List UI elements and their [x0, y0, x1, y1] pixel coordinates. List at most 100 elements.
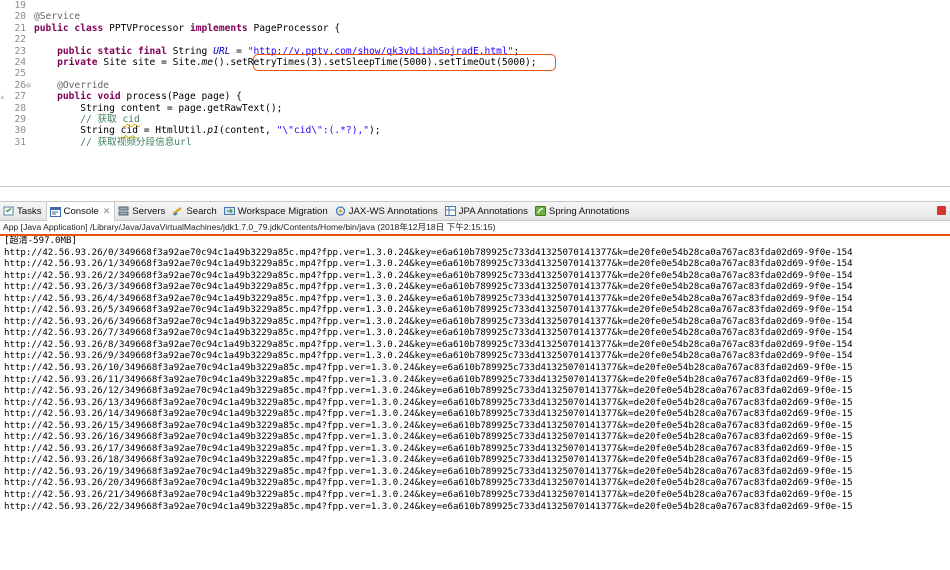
console-line: http://42.56.93.26/21/349668f3a92ae70c94… — [4, 490, 853, 501]
tab-label: Servers — [132, 205, 166, 217]
code-token: public void — [57, 91, 121, 103]
console-line: http://42.56.93.26/5/349668f3a92ae70c94c… — [4, 305, 853, 316]
code-editor[interactable]: 19 20 @Service 21 public class PPTVProcessor… — [0, 0, 950, 187]
line-number: 24 — [14, 56, 26, 68]
console-line: http://42.56.93.26/9/349668f3a92ae70c94c… — [4, 351, 853, 362]
tasks-icon — [3, 206, 14, 216]
line-number: 22 — [14, 34, 26, 46]
code-token: public class — [34, 22, 104, 34]
code-token: = HtmlUtil. — [137, 125, 208, 137]
jaxws-icon — [335, 206, 346, 216]
tab-tasks[interactable]: Tasks — [0, 202, 46, 220]
console-output[interactable]: [超清-597.0MB] http://42.56.93.26/0/349668f… — [0, 236, 950, 570]
code-token: @Service — [34, 11, 81, 23]
tab-servers[interactable]: Servers — [115, 202, 169, 220]
code-line[interactable]: 31 // 获取视频分段信息url — [0, 137, 950, 148]
console-line: http://42.56.93.26/15/349668f3a92ae70c94… — [4, 420, 853, 431]
line-number: 31 — [14, 136, 26, 148]
console-line: http://42.56.93.26/11/349668f3a92ae70c94… — [4, 374, 853, 385]
spring-icon — [534, 206, 546, 216]
code-line[interactable]: 28 String content = page.getRawText(); — [0, 103, 950, 114]
console-process-label: App [Java Application] /Library/Java/Jav… — [3, 222, 496, 232]
code-line[interactable]: ▵ 27 public void process(Page page) { — [0, 91, 950, 102]
console-line: http://42.56.93.26/4/349668f3a92ae70c94c… — [4, 293, 853, 304]
code-line[interactable]: 30 String cid = HtmlUtil.p1(content, "\"… — [0, 125, 950, 136]
code-token: String — [166, 45, 214, 57]
code-token: private — [57, 56, 98, 68]
code-token: // 获取视频分段信息url — [34, 136, 192, 148]
line-number: 26 — [14, 79, 26, 91]
line-number: 21 — [14, 22, 26, 34]
console-line: [超清-597.0MB] — [4, 236, 77, 246]
tab-label: JAX-WS Annotations — [348, 205, 438, 217]
jpa-icon — [444, 206, 456, 216]
console-line: http://42.56.93.26/6/349668f3a92ae70c94c… — [4, 316, 853, 327]
fold-icon[interactable]: ⊖ — [26, 80, 34, 91]
console-line: http://42.56.93.26/7/349668f3a92ae70c94c… — [4, 328, 853, 339]
servers-icon — [118, 206, 129, 216]
tab-jax-ws-annotations[interactable]: JAX-WS Annotations — [332, 202, 442, 220]
code-token: me — [201, 56, 214, 68]
tab-console[interactable]: Console ✕ — [45, 202, 116, 221]
code-line[interactable]: 21 public class PPTVProcessor implements … — [0, 23, 950, 34]
code-line[interactable]: 26⊖ @Override — [0, 80, 950, 91]
code-line[interactable]: 19 — [0, 0, 950, 11]
tab-label: Workspace Migration — [237, 205, 328, 217]
line-number: 28 — [14, 102, 26, 114]
url-highlight-box — [253, 54, 556, 71]
code-token: (content, — [218, 125, 277, 137]
code-token: cid — [120, 125, 138, 137]
code-line[interactable]: 22 — [0, 34, 950, 45]
tab-label: Console — [63, 206, 99, 217]
console-line: http://42.56.93.26/22/349668f3a92ae70c94… — [4, 501, 853, 512]
close-icon[interactable]: ✕ — [103, 206, 111, 217]
console-line: http://42.56.93.26/10/349668f3a92ae70c94… — [4, 363, 853, 374]
code-token: Site site = Site. — [97, 56, 202, 68]
code-token: PageProcessor { — [247, 22, 341, 34]
console-line: http://42.56.93.26/1/349668f3a92ae70c94c… — [4, 259, 853, 270]
console-line: http://42.56.93.26/13/349668f3a92ae70c94… — [4, 397, 853, 408]
code-token: String — [34, 125, 121, 137]
workspace-migration-icon — [223, 206, 235, 216]
line-number: 29 — [14, 113, 26, 125]
code-token: = — [230, 45, 248, 57]
console-line: http://42.56.93.26/16/349668f3a92ae70c94… — [4, 432, 853, 443]
tab-label: Spring Annotations — [548, 205, 630, 217]
tab-jpa-annotations[interactable]: JPA Annotations — [442, 202, 532, 220]
tab-search[interactable]: Search — [169, 202, 220, 220]
view-tabs: Tasks Console ✕ Servers Search Workspace Migr… — [0, 202, 634, 221]
code-line[interactable]: 29 // 获取 cid — [0, 114, 950, 125]
code-token: "\"cid\":(.*?)," — [276, 125, 370, 137]
code-token: p1 — [207, 125, 219, 137]
tab-spring-annotations[interactable]: Spring Annotations — [532, 202, 634, 220]
code-token: // 获取 — [34, 113, 123, 125]
view-tab-bar: Tasks Console ✕ Servers Search Workspace Migr… — [0, 201, 950, 221]
code-token: @Override — [34, 79, 110, 91]
line-number: 19 — [14, 0, 26, 11]
code-token: implements — [189, 22, 248, 34]
line-number: 20 — [14, 11, 26, 23]
code-token: process(Page page) { — [120, 91, 242, 103]
console-line: http://42.56.93.26/17/349668f3a92ae70c94… — [4, 443, 853, 454]
line-number: 23 — [14, 45, 26, 57]
terminate-icon[interactable] — [937, 206, 946, 215]
console-line: http://42.56.93.26/12/349668f3a92ae70c94… — [4, 386, 853, 397]
code-token: String content = page.getRawText(); — [34, 102, 283, 114]
editor-lines: 19 20 @Service 21 public class PPTVProcessor… — [0, 0, 950, 186]
tab-label: JPA Annotations — [458, 205, 528, 217]
code-line[interactable]: 20 @Service — [0, 11, 950, 22]
code-token: URL — [213, 45, 231, 57]
search-icon — [172, 206, 183, 216]
console-line: http://42.56.93.26/8/349668f3a92ae70c94c… — [4, 339, 853, 350]
tab-label: Search — [186, 205, 217, 217]
tab-label: Tasks — [17, 205, 42, 217]
tab-workspace-migration[interactable]: Workspace Migration — [221, 202, 332, 220]
console-line: http://42.56.93.26/3/349668f3a92ae70c94c… — [4, 282, 853, 293]
console-line: http://42.56.93.26/14/349668f3a92ae70c94… — [4, 409, 853, 420]
override-marker-icon[interactable]: ▵ — [0, 91, 5, 102]
console-line: http://42.56.93.26/2/349668f3a92ae70c94c… — [4, 270, 853, 281]
console-line: http://42.56.93.26/20/349668f3a92ae70c94… — [4, 478, 853, 489]
code-token: cid — [122, 113, 140, 125]
